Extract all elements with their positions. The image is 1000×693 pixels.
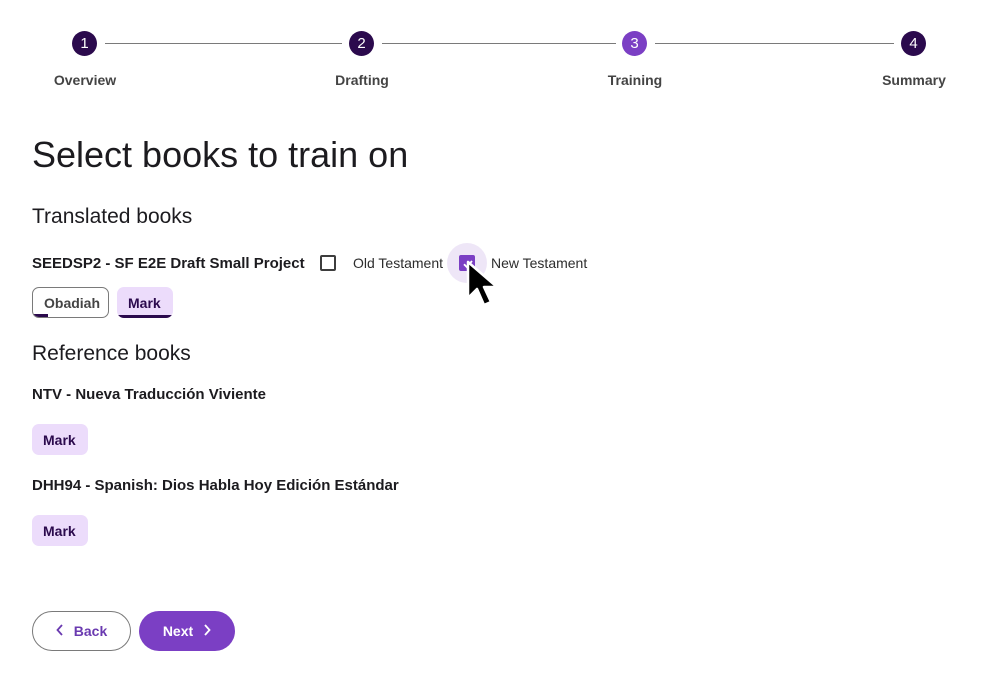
reference-books-heading: Reference books	[32, 342, 191, 365]
step-1-indicator[interactable]: 1	[72, 31, 97, 56]
mouse-pointer-icon	[462, 258, 506, 319]
book-chip-label: Mark	[128, 294, 161, 311]
next-button[interactable]: Next	[139, 611, 235, 651]
chevron-left-icon	[56, 623, 64, 639]
stepper: 1 2 3 4 Overview Drafting Training Summa…	[0, 31, 1000, 101]
reference-book-chip-mark[interactable]: Mark	[32, 424, 88, 455]
page-title: Select books to train on	[32, 134, 409, 175]
step-3-indicator[interactable]: 3	[622, 31, 647, 56]
book-chip-mark[interactable]: Mark	[117, 287, 173, 318]
translated-project-name: SEEDSP2 - SF E2E Draft Small Project	[32, 255, 305, 272]
next-button-label: Next	[162, 623, 194, 639]
book-chip-label: Mark	[43, 431, 76, 448]
book-chip-obadiah[interactable]: Obadiah	[32, 287, 109, 318]
step-2-label[interactable]: Drafting	[335, 72, 389, 88]
old-testament-label[interactable]: Old Testament	[353, 255, 443, 271]
book-chip-label: Mark	[43, 522, 76, 539]
step-3-label[interactable]: Training	[608, 72, 662, 88]
book-progress-bar	[33, 314, 48, 317]
reference-source-name: DHH94 - Spanish: Dios Habla Hoy Edición …	[32, 477, 399, 494]
back-button[interactable]: Back	[32, 611, 131, 651]
step-2-indicator[interactable]: 2	[349, 31, 374, 56]
chevron-right-icon	[203, 623, 211, 639]
page: 1 2 3 4 Overview Drafting Training Summa…	[0, 0, 1000, 693]
book-chip-label: Obadiah	[44, 294, 101, 311]
step-connector	[655, 43, 894, 44]
step-connector	[382, 43, 616, 44]
translated-books-heading: Translated books	[32, 205, 193, 228]
step-1-label[interactable]: Overview	[54, 72, 116, 88]
step-4-label[interactable]: Summary	[882, 72, 946, 88]
reference-book-chip-mark[interactable]: Mark	[32, 515, 88, 546]
reference-source-name: NTV - Nueva Traducción Viviente	[32, 386, 266, 403]
back-button-label: Back	[73, 623, 108, 639]
book-progress-bar	[117, 315, 173, 318]
step-4-indicator[interactable]: 4	[901, 31, 926, 56]
old-testament-checkbox[interactable]	[320, 255, 336, 271]
step-connector	[105, 43, 342, 44]
